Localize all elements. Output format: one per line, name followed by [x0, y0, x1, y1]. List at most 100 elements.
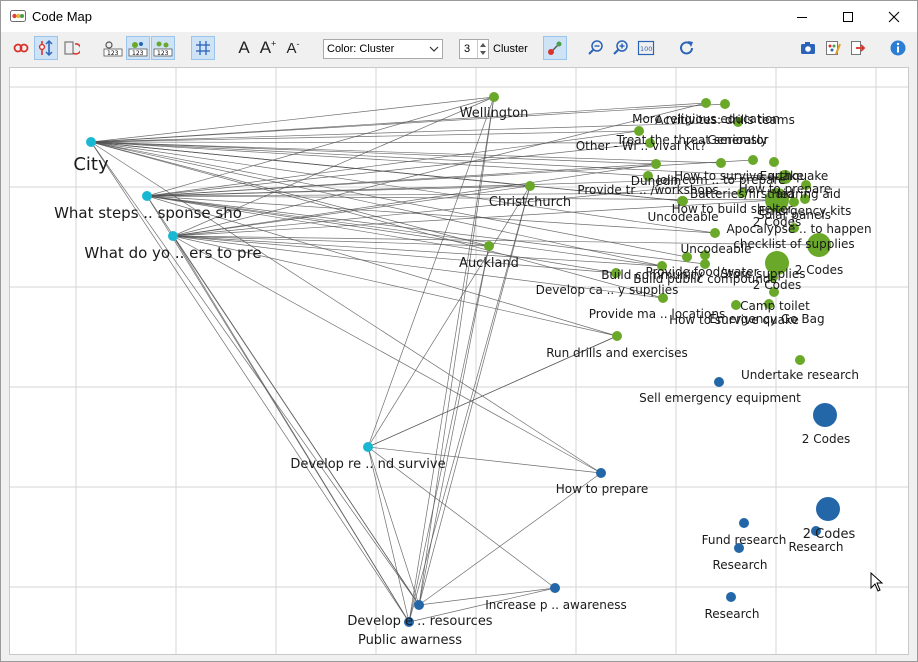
node-green[interactable] [795, 355, 805, 365]
app-icon [10, 10, 26, 22]
node-green[interactable] [525, 181, 535, 191]
node-blue[interactable] [726, 592, 736, 602]
node-label[interactable]: Develop ca .. y supplies [536, 283, 679, 297]
node-label[interactable]: Public awarness [358, 633, 462, 648]
node-label[interactable]: Increase p .. awareness [485, 598, 627, 612]
node-label[interactable]: Research [788, 540, 843, 554]
maximize-button[interactable] [825, 1, 871, 32]
refresh-link-button[interactable] [59, 36, 83, 60]
link-button[interactable] [9, 36, 33, 60]
cluster-count-stepper[interactable]: 3 [459, 39, 489, 59]
node-blue[interactable] [714, 377, 724, 387]
font-decrease-button[interactable]: A- [281, 36, 305, 60]
redo-icon [680, 41, 693, 55]
code-map-graph[interactable]: City What steps .. sponse sho What do yo .… [10, 68, 908, 654]
node-blue[interactable] [813, 403, 837, 427]
node-label[interactable]: Solar panels [757, 208, 831, 222]
title-bar[interactable]: Code Map [1, 1, 917, 32]
edge [146, 142, 651, 197]
node-label[interactable]: What do yo .. ers to pre [84, 244, 261, 262]
filter-button[interactable] [34, 36, 58, 60]
info-icon [890, 40, 906, 56]
color-mode-select[interactable]: Color: Cluster [323, 39, 443, 59]
node-label[interactable]: Emergency Go Bag [709, 312, 824, 326]
edge [418, 96, 495, 606]
node-label[interactable]: Develop re .. nd survive [290, 457, 445, 472]
node-label[interactable]: Undertake research [741, 368, 859, 382]
edge [172, 163, 657, 237]
cluster-123-button[interactable]: 123 [126, 36, 150, 60]
node-label[interactable]: Fund research [702, 533, 787, 547]
node-label[interactable]: Christchurch [489, 195, 571, 210]
node-label[interactable]: Earthquake [760, 169, 829, 183]
node-blue[interactable] [816, 497, 840, 521]
node-green[interactable] [489, 92, 499, 102]
cluster-label: Cluster [493, 43, 528, 55]
node-label[interactable]: checklist of supplies [733, 237, 854, 251]
node-green[interactable] [484, 241, 494, 251]
node-label[interactable]: Generator [708, 133, 769, 147]
node-green[interactable] [701, 98, 711, 108]
font-size-icon: A [238, 38, 250, 57]
code-map-canvas[interactable]: City What steps .. sponse sho What do yo .… [9, 67, 909, 655]
node-label[interactable]: Auckland [459, 256, 519, 271]
stepper-up-icon [480, 43, 486, 47]
node-label[interactable]: Uncodeable [647, 210, 718, 224]
node-blue[interactable] [414, 600, 424, 610]
node-cyan[interactable] [142, 191, 152, 201]
node-label[interactable]: Uncodeable [680, 242, 751, 256]
node-blue[interactable] [550, 583, 560, 593]
node-cyan[interactable] [168, 231, 178, 241]
zoom-out-button[interactable] [584, 36, 608, 60]
node-label[interactable]: Other - Wi .. vival Kit? [576, 139, 707, 153]
node-blue[interactable] [739, 518, 749, 528]
node-green[interactable] [612, 331, 622, 341]
node-green[interactable] [710, 228, 720, 238]
cluster-mode-button[interactable] [543, 36, 567, 60]
label-123-button[interactable]: 123 [101, 36, 125, 60]
redo-button[interactable] [675, 36, 699, 60]
chevron-down-icon [429, 46, 439, 52]
node-label[interactable]: Acvitivites: drills teams [655, 113, 795, 127]
svg-text:123: 123 [157, 50, 169, 57]
node-label[interactable]: 2 Codes [753, 278, 801, 292]
export-button[interactable] [846, 36, 870, 60]
node-label[interactable]: 2 Codes [802, 432, 850, 446]
zoom-in-button[interactable] [609, 36, 633, 60]
zoom-100-button[interactable]: 100 [634, 36, 658, 60]
font-increase-button[interactable]: A+ [256, 36, 280, 60]
close-button[interactable] [871, 1, 917, 32]
zoom-100-icon: 100 [637, 40, 655, 56]
node-cyan[interactable] [86, 137, 96, 147]
node-label[interactable]: City [73, 154, 109, 175]
node-green[interactable] [769, 157, 779, 167]
node-label[interactable]: Sell emergency equipment [639, 391, 801, 405]
minimize-button[interactable] [779, 1, 825, 32]
node-label[interactable]: Develop e .. resources [347, 614, 492, 629]
stepper-arrows[interactable] [477, 40, 488, 58]
cluster-123-alt-button[interactable]: 123 [151, 36, 175, 60]
node-green[interactable] [716, 158, 726, 168]
node-label[interactable]: What steps .. sponse sho [54, 204, 242, 222]
node-green[interactable] [748, 155, 758, 165]
info-button[interactable] [886, 36, 910, 60]
node-cyan[interactable] [363, 442, 373, 452]
grid-button[interactable] [191, 36, 215, 60]
camera-button[interactable] [796, 36, 820, 60]
node-green[interactable] [720, 99, 730, 109]
edge [172, 235, 410, 623]
node-label[interactable]: Camp toilet [740, 299, 810, 313]
node-label[interactable]: Run drills and exercises [546, 346, 688, 360]
palette-button[interactable] [821, 36, 845, 60]
node-label[interactable]: How to prepare [556, 482, 649, 496]
node-label[interactable]: Research [712, 558, 767, 572]
edge [408, 96, 495, 623]
node-label[interactable]: Wellington [460, 106, 529, 121]
node-label[interactable]: Apocalypse .. to happen [726, 222, 871, 236]
node-green[interactable] [651, 159, 661, 169]
node-blue[interactable] [596, 468, 606, 478]
node-label[interactable]: Hearing aid [771, 187, 840, 201]
node-label[interactable]: Research [704, 607, 759, 621]
font-size-button[interactable]: A [232, 36, 256, 60]
maximize-icon [843, 11, 853, 22]
